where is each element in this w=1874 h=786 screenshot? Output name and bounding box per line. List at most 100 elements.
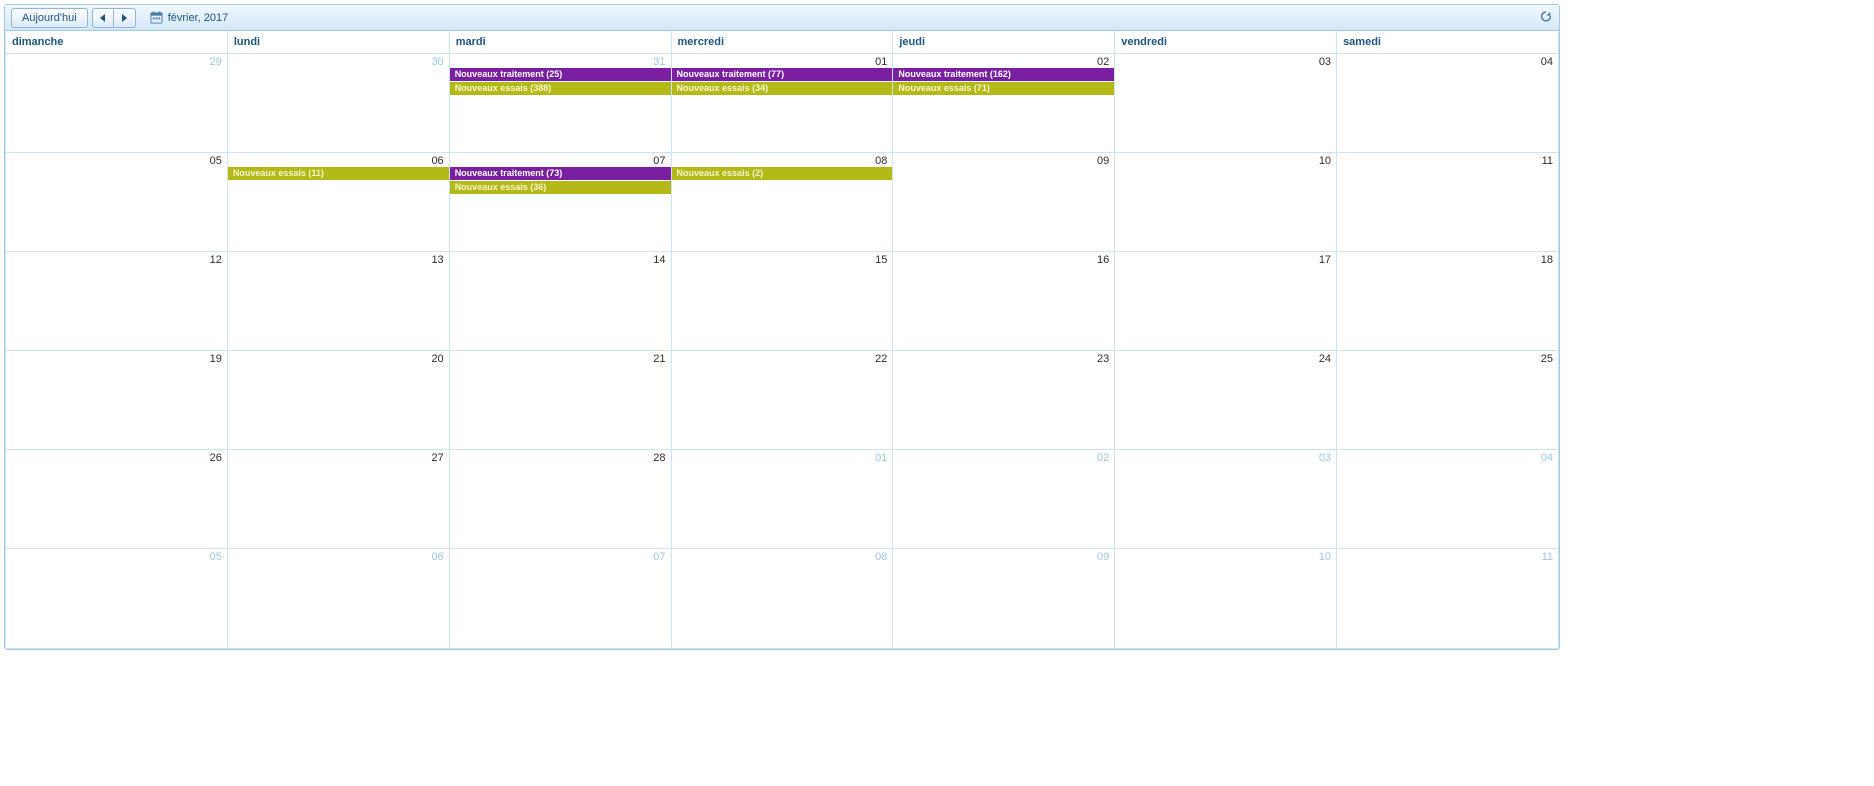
event-traitement[interactable]: Nouveaux traitement (77) bbox=[672, 68, 893, 81]
day-cell[interactable]: 26 bbox=[6, 449, 228, 548]
day-cell[interactable]: 08Nouveaux essais (2) bbox=[671, 152, 893, 251]
date-number: 11 bbox=[1337, 153, 1558, 167]
day-cell[interactable]: 03 bbox=[1115, 53, 1337, 152]
date-number: 24 bbox=[1115, 351, 1336, 365]
day-cell[interactable]: 29 bbox=[6, 53, 228, 152]
day-cell[interactable]: 18 bbox=[1337, 251, 1559, 350]
day-cell[interactable]: 23 bbox=[893, 350, 1115, 449]
date-number: 02 bbox=[893, 450, 1114, 464]
date-number: 08 bbox=[672, 549, 893, 563]
day-cell[interactable]: 03 bbox=[1115, 449, 1337, 548]
day-cell[interactable]: 01 bbox=[671, 449, 893, 548]
calendar-widget: Aujourd'hui février, 201 bbox=[4, 4, 1560, 650]
today-button[interactable]: Aujourd'hui bbox=[11, 8, 88, 28]
date-number: 05 bbox=[6, 549, 227, 563]
day-cell[interactable]: 17 bbox=[1115, 251, 1337, 350]
day-cell[interactable]: 22 bbox=[671, 350, 893, 449]
date-number: 28 bbox=[450, 450, 671, 464]
event-traitement[interactable]: Nouveaux traitement (73) bbox=[450, 167, 671, 180]
day-cell[interactable]: 15 bbox=[671, 251, 893, 350]
day-cell[interactable]: 24 bbox=[1115, 350, 1337, 449]
date-number: 27 bbox=[228, 450, 449, 464]
date-number: 04 bbox=[1337, 450, 1558, 464]
week-row: 26272801020304 bbox=[6, 449, 1559, 548]
period-picker[interactable]: février, 2017 bbox=[150, 11, 229, 24]
date-number: 17 bbox=[1115, 252, 1336, 266]
day-cell[interactable]: 10 bbox=[1115, 548, 1337, 648]
date-number: 07 bbox=[450, 549, 671, 563]
period-label: février, 2017 bbox=[168, 12, 229, 24]
date-number: 13 bbox=[228, 252, 449, 266]
date-number: 06 bbox=[228, 153, 449, 167]
date-number: 03 bbox=[1115, 54, 1336, 68]
day-cell[interactable]: 09 bbox=[893, 548, 1115, 648]
event-essais[interactable]: Nouveaux essais (71) bbox=[893, 82, 1114, 95]
event-essais[interactable]: Nouveaux essais (11) bbox=[228, 167, 449, 180]
event-traitement[interactable]: Nouveaux traitement (25) bbox=[450, 68, 671, 81]
day-cell[interactable]: 04 bbox=[1337, 53, 1559, 152]
day-cell[interactable]: 02 bbox=[893, 449, 1115, 548]
day-header: lundi bbox=[227, 31, 449, 53]
day-cell[interactable]: 06 bbox=[227, 548, 449, 648]
events-container: Nouveaux essais (11) bbox=[228, 167, 449, 180]
day-cell[interactable]: 27 bbox=[227, 449, 449, 548]
day-header: samedi bbox=[1337, 31, 1559, 53]
day-cell[interactable]: 09 bbox=[893, 152, 1115, 251]
date-number: 09 bbox=[893, 153, 1114, 167]
event-traitement[interactable]: Nouveaux traitement (162) bbox=[893, 68, 1114, 81]
calendar-icon bbox=[150, 11, 163, 24]
day-cell[interactable]: 19 bbox=[6, 350, 228, 449]
day-cell[interactable]: 05 bbox=[6, 548, 228, 648]
event-essais[interactable]: Nouveaux essais (34) bbox=[672, 82, 893, 95]
day-cell[interactable]: 14 bbox=[449, 251, 671, 350]
date-number: 15 bbox=[672, 252, 893, 266]
calendar-grid: dimanche lundi mardi mercredi jeudi vend… bbox=[5, 31, 1559, 649]
day-header: mardi bbox=[449, 31, 671, 53]
date-number: 20 bbox=[228, 351, 449, 365]
day-cell[interactable]: 25 bbox=[1337, 350, 1559, 449]
date-number: 25 bbox=[1337, 351, 1558, 365]
date-number: 06 bbox=[228, 549, 449, 563]
day-cell[interactable]: 02Nouveaux traitement (162)Nouveaux essa… bbox=[893, 53, 1115, 152]
day-cell[interactable]: 07 bbox=[449, 548, 671, 648]
prev-button[interactable] bbox=[92, 8, 114, 28]
day-cell[interactable]: 13 bbox=[227, 251, 449, 350]
day-cell[interactable]: 30 bbox=[227, 53, 449, 152]
date-number: 31 bbox=[450, 54, 671, 68]
events-container: Nouveaux traitement (73)Nouveaux essais … bbox=[450, 167, 671, 194]
day-cell[interactable]: 08 bbox=[671, 548, 893, 648]
events-container: Nouveaux traitement (162)Nouveaux essais… bbox=[893, 68, 1114, 95]
date-number: 02 bbox=[893, 54, 1114, 68]
day-cell[interactable]: 31Nouveaux traitement (25)Nouveaux essai… bbox=[449, 53, 671, 152]
refresh-button[interactable] bbox=[1539, 9, 1553, 26]
day-cell[interactable]: 28 bbox=[449, 449, 671, 548]
event-essais[interactable]: Nouveaux essais (2) bbox=[672, 167, 893, 180]
day-cell[interactable]: 01Nouveaux traitement (77)Nouveaux essai… bbox=[671, 53, 893, 152]
toolbar: Aujourd'hui février, 201 bbox=[5, 5, 1559, 31]
day-cell[interactable]: 21 bbox=[449, 350, 671, 449]
day-cell[interactable]: 06Nouveaux essais (11) bbox=[227, 152, 449, 251]
day-cell[interactable]: 11 bbox=[1337, 548, 1559, 648]
date-number: 12 bbox=[6, 252, 227, 266]
day-cell[interactable]: 04 bbox=[1337, 449, 1559, 548]
events-container: Nouveaux traitement (25)Nouveaux essais … bbox=[450, 68, 671, 95]
day-cell[interactable]: 20 bbox=[227, 350, 449, 449]
date-number: 22 bbox=[672, 351, 893, 365]
event-essais[interactable]: Nouveaux essais (388) bbox=[450, 82, 671, 95]
next-button[interactable] bbox=[114, 8, 136, 28]
date-number: 14 bbox=[450, 252, 671, 266]
day-header: dimanche bbox=[6, 31, 228, 53]
day-cell[interactable]: 07Nouveaux traitement (73)Nouveaux essai… bbox=[449, 152, 671, 251]
day-cell[interactable]: 16 bbox=[893, 251, 1115, 350]
date-number: 11 bbox=[1337, 549, 1558, 563]
day-cell[interactable]: 10 bbox=[1115, 152, 1337, 251]
day-cell[interactable]: 11 bbox=[1337, 152, 1559, 251]
date-number: 04 bbox=[1337, 54, 1558, 68]
day-cell[interactable]: 05 bbox=[6, 152, 228, 251]
day-cell[interactable]: 12 bbox=[6, 251, 228, 350]
date-number: 03 bbox=[1115, 450, 1336, 464]
chevron-left-icon bbox=[100, 14, 105, 22]
chevron-right-icon bbox=[122, 14, 127, 22]
day-header: jeudi bbox=[893, 31, 1115, 53]
event-essais[interactable]: Nouveaux essais (36) bbox=[450, 181, 671, 194]
